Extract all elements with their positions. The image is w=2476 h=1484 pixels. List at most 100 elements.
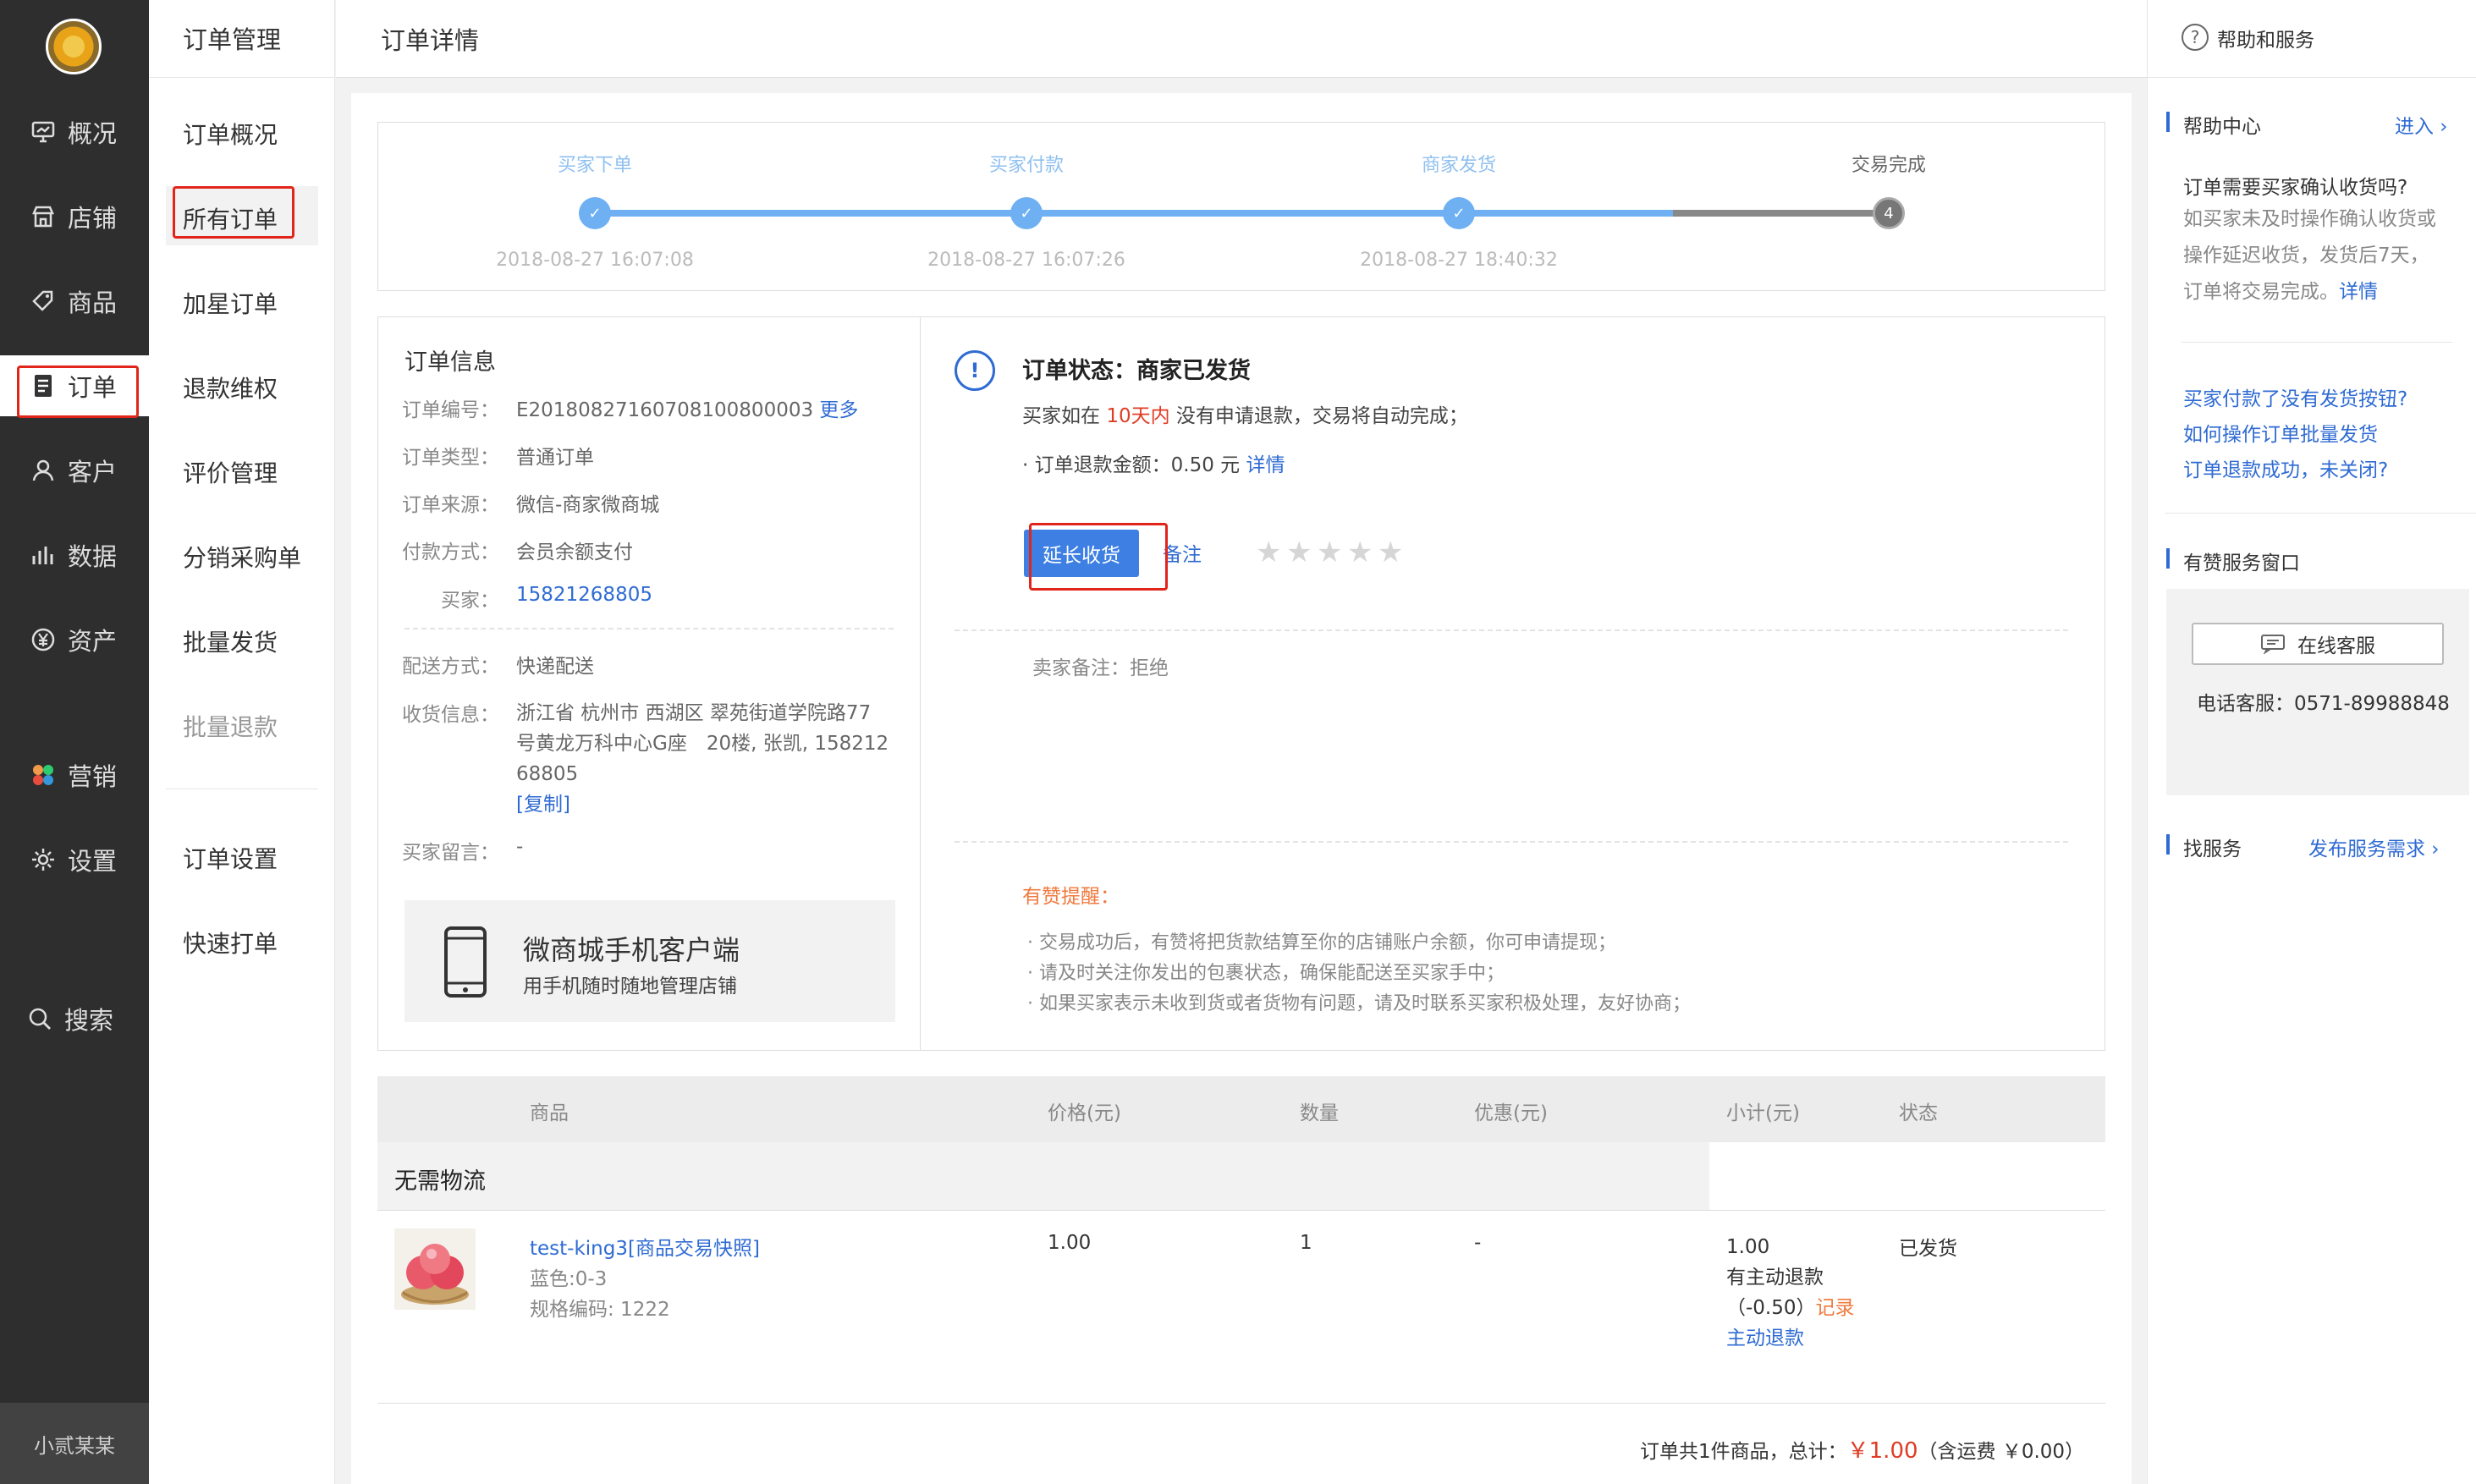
table-header bbox=[377, 1076, 2105, 1142]
nav-marketing[interactable]: 营销 bbox=[0, 745, 149, 805]
step-label: 商家发货 bbox=[1421, 155, 1497, 176]
copy-link[interactable]: [复制] bbox=[516, 789, 889, 820]
help-center-title: 帮助中心 bbox=[2183, 116, 2261, 138]
col-header: 价格(元) bbox=[1048, 1102, 1121, 1124]
subnav-reviews[interactable]: 评价管理 bbox=[183, 455, 278, 489]
more-link[interactable]: 更多 bbox=[819, 399, 858, 421]
highlight-box bbox=[17, 366, 139, 418]
order-source: 微信-商家微商城 bbox=[516, 494, 660, 516]
enter-help-link[interactable]: 进入 › bbox=[2395, 110, 2448, 139]
total-amount: ￥1.00 bbox=[1846, 1438, 1918, 1464]
tip-item: · 如果买家表示未收到货或者货物有问题，请及时联系买家积极处理，友好协商； bbox=[1027, 993, 1691, 1014]
nav-data[interactable]: 数据 bbox=[0, 525, 149, 585]
nav-customers[interactable]: 客户 bbox=[0, 440, 149, 501]
page-header bbox=[336, 0, 2147, 78]
label: 订单类型： bbox=[402, 447, 499, 469]
refund-note: 有主动退款 bbox=[1726, 1267, 1824, 1289]
col-header: 数量 bbox=[1300, 1102, 1339, 1124]
receiver-line: 68805 bbox=[516, 763, 579, 785]
faq-answer: 如买家未及时操作确认收货或 操作延迟收货，发货后7天， 订单将交易完成。详情 bbox=[2183, 201, 2436, 311]
subnav-starred[interactable]: 加星订单 bbox=[183, 286, 278, 320]
active-refund-link[interactable]: 主动退款 bbox=[1726, 1323, 1855, 1354]
nav-goods[interactable]: 商品 bbox=[0, 271, 149, 332]
product-thumbnail[interactable] bbox=[394, 1228, 476, 1310]
receiver-line: 浙江省 杭州市 西湖区 翠苑街道学院路77 bbox=[516, 702, 872, 724]
username[interactable]: 小贰某某 bbox=[0, 1403, 149, 1484]
product-code: 规格编码: 1222 bbox=[530, 1299, 670, 1321]
seller-note-value: 拒绝 bbox=[1130, 657, 1169, 679]
group-row bbox=[377, 1142, 1709, 1210]
refund-label: · 订单退款金额： bbox=[1022, 454, 1171, 476]
chat-icon bbox=[2261, 635, 2285, 654]
nav-overview[interactable]: 概况 bbox=[0, 102, 149, 162]
subnav-order-settings[interactable]: 订单设置 bbox=[183, 841, 278, 875]
product-name-link[interactable]: test-king3[商品交易快照] bbox=[530, 1232, 760, 1261]
star-icon[interactable]: ★ bbox=[1286, 538, 1312, 567]
star-icon[interactable]: ★ bbox=[1347, 538, 1373, 567]
refund-amount: 0.50 元 bbox=[1170, 454, 1241, 476]
col-header: 小计(元) bbox=[1726, 1102, 1800, 1124]
label: 订单来源： bbox=[402, 494, 499, 516]
check-icon: ✓ bbox=[579, 197, 611, 229]
faq-detail-link[interactable]: 详情 bbox=[2339, 281, 2378, 303]
col-header: 商品 bbox=[530, 1102, 569, 1124]
help-link[interactable]: 买家付款了没有发货按钮? bbox=[2183, 382, 2407, 411]
nav-label: 商品 bbox=[68, 289, 118, 317]
section-marker bbox=[2166, 112, 2170, 132]
refund-record-link[interactable]: 记录 bbox=[1816, 1297, 1855, 1319]
publish-demand-link[interactable]: 发布服务需求 › bbox=[2308, 833, 2440, 861]
group-title: 无需物流 bbox=[394, 1168, 486, 1195]
nav-settings[interactable]: 设置 bbox=[0, 829, 149, 890]
help-link[interactable]: 订单退款成功，未关闭? bbox=[2183, 453, 2388, 482]
store-icon bbox=[30, 204, 56, 229]
subnav-distribution[interactable]: 分销采购单 bbox=[183, 540, 301, 574]
help-link[interactable]: 如何操作订单批量发货 bbox=[2183, 418, 2378, 447]
progress-line-pending bbox=[1673, 210, 1892, 217]
subnav-refunds[interactable]: 退款维权 bbox=[183, 371, 278, 404]
step-time: 2018-08-27 16:07:08 bbox=[496, 250, 694, 271]
divider bbox=[2182, 342, 2452, 343]
subnav-batch-refund[interactable]: 批量退款 bbox=[183, 709, 278, 743]
divider bbox=[377, 1210, 2105, 1211]
remark-link[interactable]: 备注 bbox=[1163, 538, 1202, 567]
progress-line bbox=[1028, 210, 1459, 217]
search-icon bbox=[27, 1006, 52, 1031]
nav-store[interactable]: 店铺 bbox=[0, 186, 149, 247]
order-progress: 买家下单 ✓ 2018-08-27 16:07:08 买家付款 ✓ 2018-0… bbox=[377, 122, 2105, 291]
section-marker bbox=[2166, 834, 2170, 855]
step-label: 买家付款 bbox=[988, 155, 1065, 176]
order-number-value: E20180827160708100800003 bbox=[516, 399, 814, 421]
divider bbox=[2165, 513, 2476, 514]
cell-subtotal: 1.00 有主动退款 （-0.50）记录 主动退款 bbox=[1726, 1232, 1855, 1354]
page-title: 订单详情 bbox=[381, 26, 480, 55]
subnav-overview[interactable]: 订单概况 bbox=[183, 117, 278, 151]
yen-icon bbox=[30, 627, 56, 652]
subnav-batch-ship[interactable]: 批量发货 bbox=[183, 624, 278, 658]
subnav-quick-print[interactable]: 快速打单 bbox=[183, 926, 278, 959]
nav-label: 概况 bbox=[68, 119, 118, 148]
service-phone: 电话客服：0571-89988848 bbox=[2197, 693, 2450, 715]
star-icon[interactable]: ★ bbox=[1378, 538, 1403, 567]
star-icon[interactable]: ★ bbox=[1317, 538, 1342, 567]
seller-note-label: 卖家备注： bbox=[1032, 657, 1130, 679]
store-avatar[interactable] bbox=[46, 19, 102, 74]
help-title: 帮助和服务 bbox=[2217, 30, 2314, 52]
order-type: 普通订单 bbox=[516, 447, 594, 469]
step-time: 2018-08-27 16:07:26 bbox=[927, 250, 1125, 271]
buyer-phone-link[interactable]: 15821268805 bbox=[516, 584, 652, 606]
seller-note: 卖家备注：拒绝 bbox=[1032, 651, 1169, 680]
cell-price: 1.00 bbox=[1048, 1232, 1092, 1254]
promo-subtitle: 用手机随时随地管理店铺 bbox=[523, 976, 737, 998]
label: 配送方式： bbox=[402, 656, 499, 678]
star-icon[interactable]: ★ bbox=[1256, 538, 1281, 567]
status-notice: 买家如在 10天内 没有申请退款，交易将自动完成； bbox=[1022, 399, 1468, 428]
cell-qty: 1 bbox=[1300, 1232, 1312, 1254]
refund-detail-link[interactable]: 详情 bbox=[1246, 454, 1285, 476]
divider bbox=[955, 629, 2068, 631]
nav-assets[interactable]: 资产 bbox=[0, 609, 149, 670]
order-status-title: 订单状态：商家已发货 bbox=[1022, 358, 1251, 384]
online-service-button[interactable]: 在线客服 bbox=[2192, 623, 2444, 665]
tip-item: · 请及时关注你发出的包裹状态，确保能配送至买家手中； bbox=[1027, 963, 1505, 984]
order-number: E20180827160708100800003 更多 bbox=[516, 393, 858, 422]
nav-search[interactable]: 搜索 bbox=[0, 988, 149, 1049]
